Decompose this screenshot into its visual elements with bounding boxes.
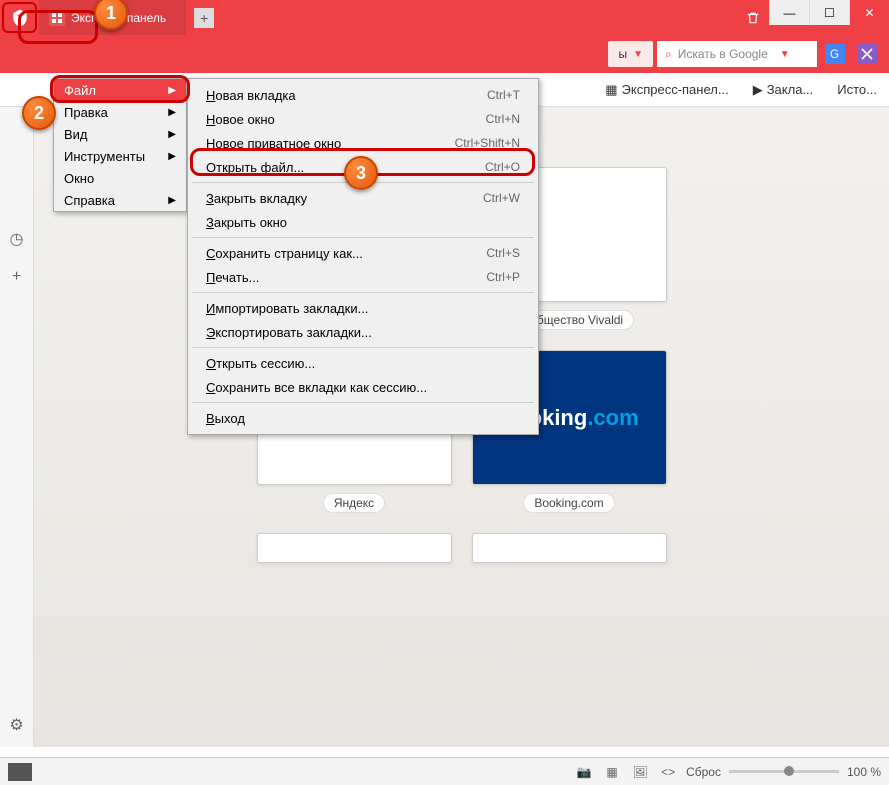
chevron-right-icon: ▶ [168,85,176,96]
address-fragment[interactable]: ы ▼ [608,41,653,67]
speed-dial-icon [49,10,65,26]
menu-separator [192,292,534,293]
file-submenu: Новая вкладкаCtrl+TНовое окноCtrl+NНовое… [187,78,539,435]
submenu-item[interactable]: Сохранить все вкладки как сессию... [188,375,538,399]
menu-tools[interactable]: Инструменты▶ [54,145,186,167]
tile-empty[interactable] [257,533,452,563]
chevron-right-icon: ▶ [168,107,176,118]
toolbar: ы ▼ ⌕ Искать в Google ▼ G [0,35,889,73]
annotation-badge-3: 3 [344,156,378,190]
search-placeholder: Искать в Google [678,47,768,61]
menu-separator [192,347,534,348]
submenu-item[interactable]: Сохранить страницу как...Ctrl+S [188,241,538,265]
add-panel-button[interactable]: + [5,265,29,289]
statusbar: 📷 ▦ 🖼 <> Сброс 100 % [0,757,889,785]
chevron-icon[interactable]: <> [658,765,678,779]
tile-empty[interactable] [472,533,667,563]
history-icon[interactable]: ◷ [5,227,29,251]
tile-label: Booking.com [523,493,614,513]
zoom-slider[interactable] [729,770,839,773]
chevron-right-icon: ▶ [168,129,176,140]
zoom-reset[interactable]: Сброс [686,765,721,779]
chevron-down-icon: ▼ [780,49,790,60]
menu-view[interactable]: Вид▶ [54,123,186,145]
bookmark-item[interactable]: ▶Закла... [753,82,814,98]
bookmark-item[interactable]: Исто... [837,82,877,97]
submenu-item[interactable]: Новое окноCtrl+N [188,107,538,131]
settings-icon[interactable]: ⚙ [5,713,29,737]
svg-text:G: G [830,48,839,61]
menu-help[interactable]: Справка▶ [54,189,186,211]
extension-icon[interactable] [853,40,881,68]
tile-label: Яндекс [323,493,385,513]
chevron-right-icon: ▶ [168,151,176,162]
menu-separator [192,237,534,238]
camera-icon[interactable]: 📷 [574,765,594,779]
annotation-badge-2: 2 [22,96,56,130]
submenu-item[interactable]: Открыть сессию... [188,351,538,375]
menu-window[interactable]: Окно [54,167,186,189]
chevron-right-icon: ▶ [168,195,176,206]
image-icon[interactable]: 🖼 [630,765,650,779]
submenu-item[interactable]: Выход [188,406,538,430]
search-icon: ⌕ [665,47,672,62]
window-controls: — ☐ ✕ [769,0,889,35]
tile-view-icon[interactable]: ▦ [602,765,622,779]
vivaldi-icon [10,8,30,28]
close-button[interactable]: ✕ [849,0,889,25]
bookmark-item[interactable]: ▦Экспресс-панел... [605,82,728,98]
minimize-button[interactable]: — [769,0,809,25]
submenu-item[interactable]: Печать...Ctrl+P [188,265,538,289]
panel-sidebar: ◷ + ⚙ [0,107,34,747]
titlebar: Экспресс-панель + — ☐ ✕ [0,0,889,35]
main-menu: Файл▶ Правка▶ Вид▶ Инструменты▶ Окно Спр… [53,78,187,212]
maximize-button[interactable]: ☐ [809,0,849,25]
vivaldi-menu-button[interactable] [2,2,37,33]
new-tab-button[interactable]: + [194,8,214,28]
search-input[interactable]: ⌕ Искать в Google ▼ [657,41,817,67]
trash-icon[interactable] [737,0,769,35]
submenu-item[interactable]: Новая вкладкаCtrl+T [188,83,538,107]
zoom-value: 100 % [847,765,881,779]
submenu-item[interactable]: Импортировать закладки... [188,296,538,320]
chevron-down-icon: ▼ [633,49,643,60]
panel-toggle-icon[interactable] [8,763,32,781]
submenu-item[interactable]: Новое приватное окноCtrl+Shift+N [188,131,538,155]
menu-file[interactable]: Файл▶ [54,79,186,101]
submenu-item[interactable]: Закрыть окно [188,210,538,234]
submenu-item[interactable]: Экспортировать закладки... [188,320,538,344]
menu-separator [192,402,534,403]
translate-icon[interactable]: G [821,40,849,68]
menu-edit[interactable]: Правка▶ [54,101,186,123]
